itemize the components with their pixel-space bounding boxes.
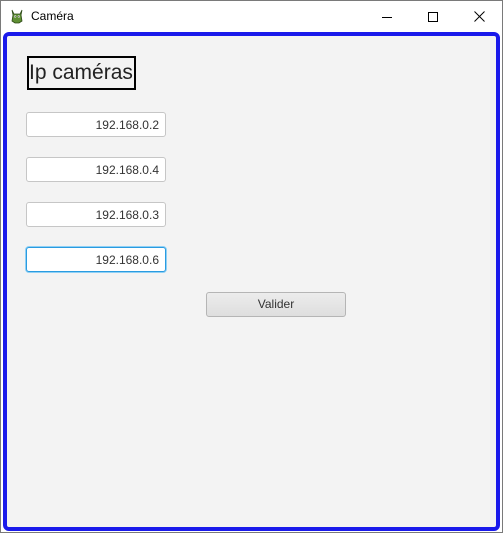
ip-field-3[interactable]: [26, 202, 166, 227]
window-title: Caméra: [31, 9, 74, 23]
page-title: Ip caméras: [27, 56, 136, 90]
ip-field-1[interactable]: [26, 112, 166, 137]
minimize-icon: [382, 12, 392, 22]
close-icon: [473, 11, 485, 22]
close-button[interactable]: [456, 1, 502, 32]
title-bar[interactable]: Caméra: [1, 1, 502, 32]
ip-field-2[interactable]: [26, 157, 166, 182]
main-panel: Ip caméras Valider: [3, 32, 500, 531]
maximize-button[interactable]: [410, 1, 456, 32]
android-icon: [9, 8, 25, 24]
ip-field-4[interactable]: [26, 247, 166, 272]
app-window: Caméra Ip caméras Valider: [0, 0, 503, 533]
validate-button[interactable]: Valider: [206, 292, 346, 317]
minimize-button[interactable]: [364, 1, 410, 32]
maximize-icon: [428, 11, 438, 22]
